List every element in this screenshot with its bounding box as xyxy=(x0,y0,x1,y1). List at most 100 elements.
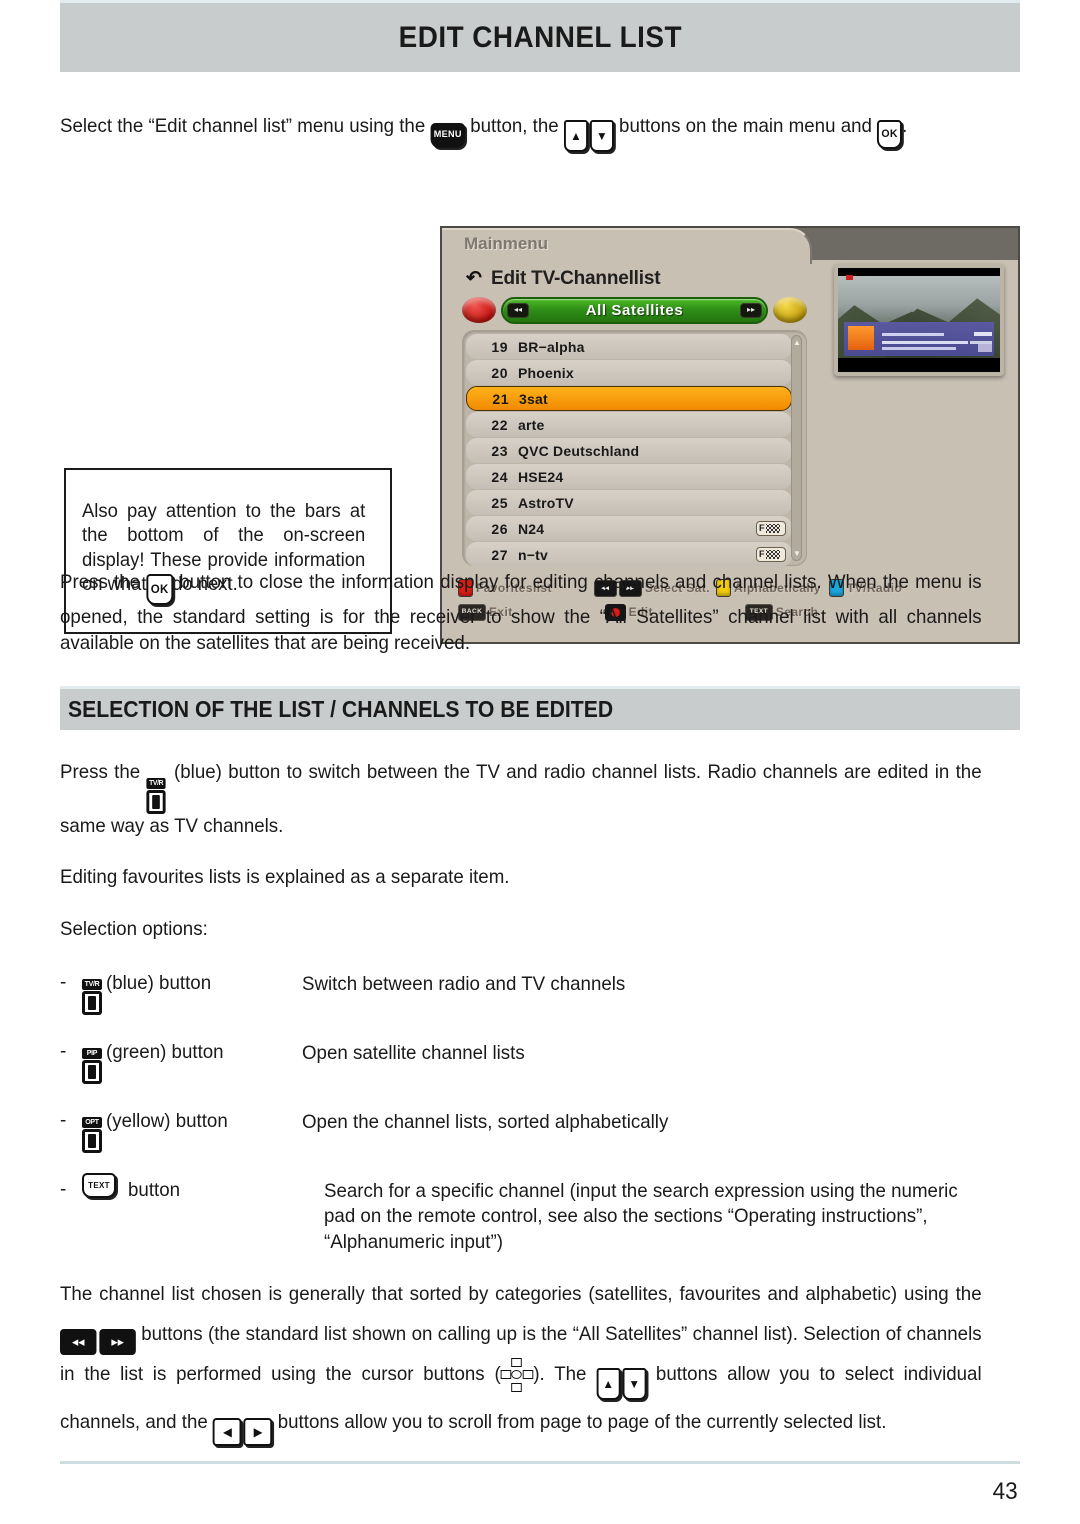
ok-key-icon-2: OK xyxy=(146,574,174,606)
selection-option-row: - OPT (yellow) button Open the channel list… xyxy=(60,1104,1020,1154)
blue-paragraph-body: (blue) button to switch between the TV a… xyxy=(60,760,982,837)
tvr-key-icon: TV/R xyxy=(82,966,106,1016)
page-number: 43 xyxy=(992,1478,1018,1505)
section2-title: SELECTION OF THE LIST / CHANNELS TO BE E… xyxy=(68,695,614,722)
osd-satellite-selector[interactable]: ◂◂ All Satellites ▸▸ xyxy=(462,296,807,324)
blue-button-paragraph: Press the TV/R (blue) button to switch b… xyxy=(60,760,982,839)
channel-name: QVC Deutschland xyxy=(518,442,640,459)
leftright-keys-icon: ◀ ▶ xyxy=(213,1411,273,1451)
ok-paragraph: Press the OK button to close the informa… xyxy=(60,570,982,656)
ok-paragraph-lead: Press the xyxy=(60,571,141,593)
blue-paragraph-lead: Press the xyxy=(60,760,141,783)
option-description: Open the channel lists, sorted alphabeti… xyxy=(302,1111,669,1134)
selection-option-row: - PIP (green) button Open satellite channel… xyxy=(60,1035,1020,1085)
channel-name: n−tv xyxy=(518,546,548,563)
satellite-list-label: All Satellites xyxy=(585,301,684,319)
left-key-icon: ◀ xyxy=(213,1417,242,1446)
pip-key-glyph: PIP xyxy=(82,1048,104,1085)
channel-row[interactable]: 22 arte xyxy=(466,412,792,437)
channel-list[interactable]: 19 BR−alpha 20 Phoenix 21 3sat 22 arte 23 QVC Deu… xyxy=(462,330,807,567)
channel-number: 21 xyxy=(492,390,509,407)
osd-title: Edit TV-Channellist xyxy=(491,268,661,289)
channel-row[interactable]: 24 HSE24 xyxy=(466,464,792,489)
final-paragraph: The channel list chosen is generally tha… xyxy=(60,1275,982,1451)
next-sat-icon[interactable]: ▸▸ xyxy=(740,302,762,318)
page-title-banner: EDIT CHANNEL LIST xyxy=(60,0,1020,72)
channel-name: 3sat xyxy=(519,390,548,407)
channel-number: 22 xyxy=(491,416,508,433)
up-key-icon-2: ▲ xyxy=(596,1367,621,1400)
pip-key-icon: PIP xyxy=(82,1035,106,1085)
osd-breadcrumb: Mainmenu xyxy=(464,234,549,253)
footer-divider xyxy=(60,1461,1020,1464)
channel-row[interactable]: 21 3sat xyxy=(466,386,792,411)
down-key-icon-2: ▼ xyxy=(622,1367,647,1400)
channel-row[interactable]: 27 n−tv F xyxy=(466,542,792,567)
rewind-key-icon: ◂◂ xyxy=(60,1328,97,1355)
channel-number: 25 xyxy=(491,494,508,511)
channel-row[interactable]: 20 Phoenix xyxy=(466,360,792,385)
option-description: Switch between radio and TV channels xyxy=(302,973,626,996)
channel-list-scrollbar[interactable]: ▲ ▼ xyxy=(791,335,802,561)
channel-number: 20 xyxy=(491,364,508,381)
yellow-button-dot-icon[interactable] xyxy=(773,297,807,323)
favourites-paragraph: Editing favourites lists is explained as… xyxy=(60,866,510,889)
ok-paragraph-body: button to close the information display … xyxy=(60,571,982,654)
back-arrow-icon[interactable]: ↶ xyxy=(466,269,483,288)
preview-text-line-2 xyxy=(882,341,968,344)
channel-name: arte xyxy=(518,416,545,433)
option-name: (blue) button xyxy=(106,972,212,995)
channel-number: 19 xyxy=(491,338,508,355)
channel-row[interactable]: 25 AstroTV xyxy=(466,490,792,515)
option-bullet: - xyxy=(60,972,67,994)
preview-right-line-1 xyxy=(974,332,992,336)
osd-title-row: ↶ Edit TV-Channellist xyxy=(466,268,661,290)
preview-text-line-3 xyxy=(882,347,956,350)
selection-option-row: - TV/R (blue) button Switch between radio a… xyxy=(60,966,1020,1016)
final-text-b: the xyxy=(955,1283,982,1306)
channel-row[interactable]: 19 BR−alpha xyxy=(466,334,792,359)
preview-letterbox-bottom xyxy=(838,358,1000,372)
channel-name: N24 xyxy=(518,520,545,537)
channel-name: BR−alpha xyxy=(518,338,585,355)
text-key-icon: TEXT xyxy=(82,1173,128,1199)
scroll-up-icon[interactable]: ▲ xyxy=(793,338,801,347)
text-key-glyph: TEXT xyxy=(82,1173,116,1199)
red-button-dot-icon[interactable] xyxy=(462,297,496,323)
final-text-f: buttons allow you to xyxy=(655,1362,836,1385)
option-name: button xyxy=(128,1179,181,1202)
channel-number: 27 xyxy=(491,546,508,563)
updown-keys-icon-2: ▲ ▼ xyxy=(596,1363,647,1403)
tvr-key-icon: TV/R xyxy=(146,777,168,814)
option-bullet: - xyxy=(60,1110,67,1132)
intro-text-c: buttons on the main menu and xyxy=(619,115,872,137)
intro-text-d: . xyxy=(902,115,908,137)
option-name: (yellow) button xyxy=(106,1110,228,1133)
option-description: Search for a specific channel (input the… xyxy=(324,1180,958,1253)
channel-row[interactable]: 26 N24 F xyxy=(466,516,792,541)
final-text-e: ). The xyxy=(533,1362,587,1385)
encryption-icon: F xyxy=(756,547,786,562)
channel-name: AstroTV xyxy=(518,494,574,511)
satellite-list-bar[interactable]: ◂◂ All Satellites ▸▸ xyxy=(501,296,768,324)
preview-channel-logo xyxy=(848,326,874,350)
option-name: (green) button xyxy=(106,1041,224,1064)
selection-options-label: Selection options: xyxy=(60,917,208,940)
prev-sat-icon[interactable]: ◂◂ xyxy=(507,302,529,318)
menu-key-icon: MENU xyxy=(430,119,466,148)
channel-number: 26 xyxy=(491,520,508,537)
intro-text-a: Select the “Edit channel list” menu usin… xyxy=(60,115,426,137)
manual-page: EDIT CHANNEL LIST Select the “Edit chann… xyxy=(0,0,1080,1524)
channel-row[interactable]: 23 QVC Deutschland xyxy=(466,438,792,463)
encryption-icon: F xyxy=(756,521,786,536)
channel-number: 23 xyxy=(491,442,508,459)
final-text-a: The channel list chosen is generally tha… xyxy=(60,1283,949,1306)
channel-rows-container: 19 BR−alpha 20 Phoenix 21 3sat 22 arte 23 QVC Deu… xyxy=(466,334,792,567)
option-bullet: - xyxy=(60,1041,67,1063)
scroll-down-icon[interactable]: ▼ xyxy=(793,549,801,558)
intro-paragraph: Select the “Edit channel list” menu usin… xyxy=(60,114,982,152)
down-key-icon: ▼ xyxy=(589,120,614,152)
channel-name: Phoenix xyxy=(518,364,574,381)
channel-number: 24 xyxy=(491,468,508,485)
opt-key-icon: OPT xyxy=(82,1104,106,1154)
